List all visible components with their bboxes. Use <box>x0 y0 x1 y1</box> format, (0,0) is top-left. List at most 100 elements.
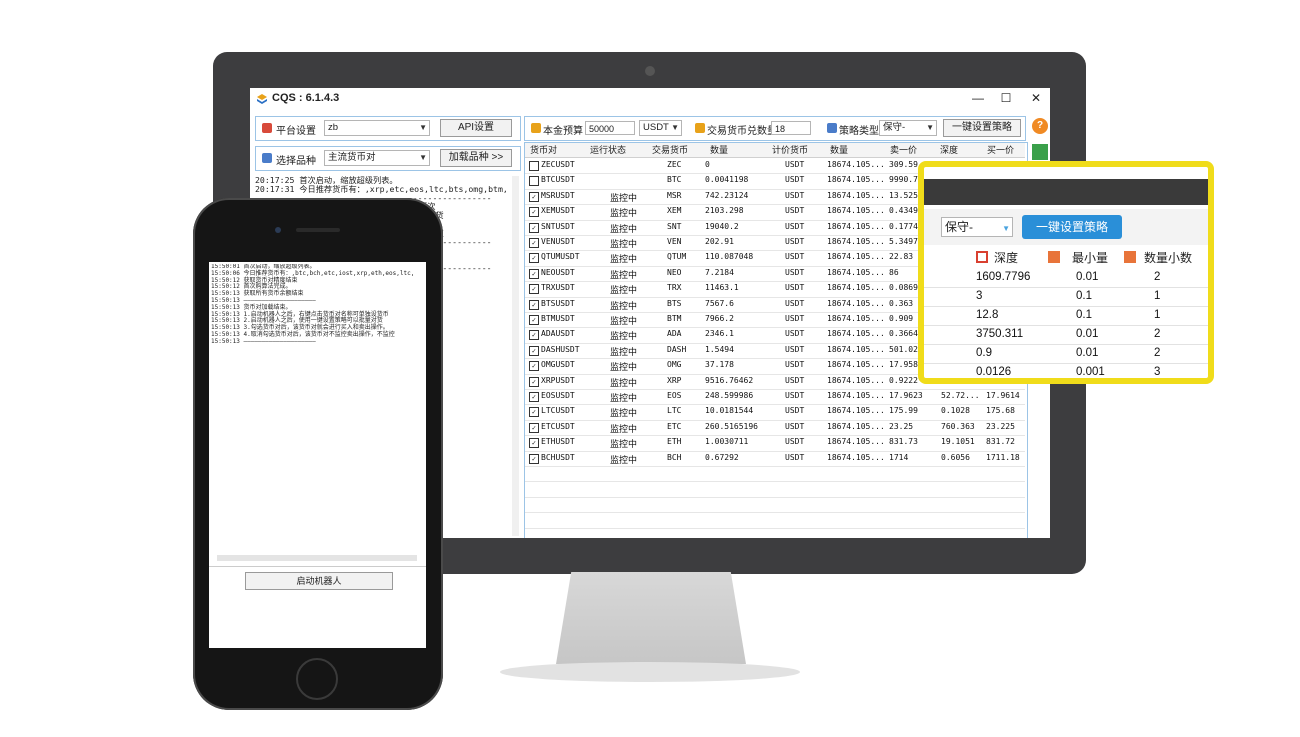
row-checkbox[interactable]: ✓ <box>529 392 539 402</box>
row-checkbox[interactable]: ✓ <box>529 222 539 233</box>
cell-status: 监控中 <box>610 316 638 326</box>
row-checkbox[interactable]: ✓ <box>529 453 539 464</box>
zoom-row-divider <box>924 344 1208 345</box>
row-checkbox[interactable]: ✓ <box>529 207 539 218</box>
row-checkbox[interactable]: ✓ <box>529 253 539 264</box>
cell-buy1: 23.225 <box>986 421 1015 431</box>
cell-depth: 0.6056 <box>941 452 970 462</box>
row-checkbox[interactable]: ✓ <box>529 361 539 372</box>
row-checkbox[interactable]: ✓ <box>529 315 539 325</box>
zoom-cell-dec: 2 <box>1154 271 1161 283</box>
cell-status: 监控中 <box>610 269 638 280</box>
zoom-row-divider <box>924 306 1208 307</box>
start-robot-button[interactable]: 启动机器人 <box>245 572 393 590</box>
zoom-callout: 保守- ▼ 一键设置策略 深度 最小量 数量小数 1609.7796 0.01 2 3 0… <box>918 161 1214 384</box>
row-checkbox[interactable]: ✓ <box>529 284 539 295</box>
cell-pair: VENUSDT <box>541 237 575 246</box>
budget-unit-select[interactable]: USDT ▼ <box>639 120 682 136</box>
cell-qty: 7567.6 <box>705 298 734 308</box>
row-checkbox[interactable] <box>529 176 539 187</box>
zoom-header-depth: 深度 <box>994 251 1019 265</box>
maximize-button[interactable]: ☐ <box>994 89 1018 107</box>
phone-log-scrollbar[interactable] <box>217 555 417 561</box>
zoom-titlebar <box>924 179 1208 205</box>
minimize-button[interactable]: — <box>966 89 990 107</box>
cell-pair: LTCUSDT <box>541 406 575 416</box>
cell-qty2: 18674.105... <box>827 452 885 462</box>
table-row[interactable]: ✓ EOSUSDT 监控中 EOS 248.599986 USDT 18674.105...… <box>525 389 1025 406</box>
row-checkbox[interactable]: ✓ <box>529 299 539 310</box>
help-icon[interactable]: ? <box>1032 118 1048 134</box>
phone-home-button[interactable] <box>296 658 338 700</box>
cell-status: 监控中 <box>610 439 638 450</box>
zoom-cell-dec: 2 <box>1154 347 1161 359</box>
cell-quote: USDT <box>785 314 805 323</box>
platform-select-value: zb <box>328 122 339 133</box>
table-row[interactable]: ✓ ETCUSDT 监控中 ETC 260.5165196 USDT 18674.105..… <box>525 420 1025 437</box>
exchange-qty-input[interactable]: 18 <box>771 121 811 135</box>
cell-qty2: 18674.105... <box>827 221 885 231</box>
log-scrollbar[interactable] <box>512 176 519 536</box>
cell-pair: BTMUSDT <box>541 314 575 323</box>
cell-quote: USDT <box>785 375 805 385</box>
cell-pair: ETHUSDT <box>541 437 575 447</box>
settings-panel: 本金预算 50000 USDT ▼ 交易货币兑数量 18 策略类型 保守- ▼ 一键… <box>524 116 1026 141</box>
cell-quote: USDT <box>785 406 805 416</box>
monitor-base <box>500 662 800 682</box>
cell-quote: USDT <box>785 437 805 447</box>
zoom-cell-dec: 2 <box>1154 328 1161 340</box>
row-checkbox[interactable]: ✓ <box>529 330 539 341</box>
row-checkbox[interactable]: ✓ <box>529 438 539 449</box>
cell-qty: 9516.76462 <box>705 375 754 385</box>
zoom-cell-min: 0.01 <box>1076 271 1099 283</box>
cell-depth: 0.1028 <box>941 406 970 416</box>
set-strategy-button[interactable]: 一键设置策略 <box>943 119 1021 137</box>
cell-pair: NEOUSDT <box>541 267 575 277</box>
cell-qty2: 18674.105... <box>827 329 885 339</box>
table-row[interactable]: ✓ LTCUSDT 监控中 LTC 10.0181544 USDT 18674.105...… <box>525 404 1025 421</box>
platform-panel: 平台设置 zb ▼ API设置 <box>255 116 521 141</box>
monitor-stand <box>556 572 746 664</box>
row-checkbox[interactable]: ✓ <box>529 407 539 418</box>
cell-status: 监控中 <box>610 300 638 311</box>
load-variety-button[interactable]: 加载品种 >> <box>440 149 512 167</box>
zoom-cell-dec: 1 <box>1154 290 1161 302</box>
zoom-cell-depth: 1609.7796 <box>976 271 1031 283</box>
row-checkbox[interactable]: ✓ <box>529 191 539 202</box>
header-status: 运行状态 <box>590 145 627 155</box>
zoom-row-divider <box>924 325 1208 326</box>
api-settings-button[interactable]: API设置 <box>440 119 512 137</box>
row-checkbox[interactable] <box>529 161 539 171</box>
zoom-cell-depth: 3 <box>976 290 983 302</box>
row-checkbox[interactable]: ✓ <box>529 345 539 356</box>
cell-qty2: 18674.105... <box>827 237 885 246</box>
chart-icon[interactable] <box>1032 144 1048 160</box>
cell-pair: XRPUSDT <box>541 375 575 385</box>
row-checkbox[interactable]: ✓ <box>529 238 539 248</box>
row-checkbox[interactable]: ✓ <box>529 268 539 279</box>
cell-status: 监控中 <box>610 331 638 342</box>
cell-buy1: 17.9614 <box>986 391 1020 400</box>
strategy-select[interactable]: 保守- ▼ <box>879 120 937 136</box>
row-checkbox[interactable]: ✓ <box>529 422 539 433</box>
exchange-qty-label: 交易货币兑数量 <box>707 126 777 137</box>
row-checkbox[interactable]: ✓ <box>529 376 539 387</box>
cell-sell1: 23.25 <box>889 421 914 431</box>
variety-select[interactable]: 主流货币对 ▼ <box>324 150 430 166</box>
cell-qty2: 18674.105... <box>827 298 885 308</box>
header-qty: 数量 <box>710 145 729 155</box>
chevron-down-icon: ▼ <box>1002 224 1010 233</box>
cell-status: 监控中 <box>610 377 638 388</box>
budget-input[interactable]: 50000 <box>585 121 635 135</box>
cell-pair: MSRUSDT <box>541 190 575 200</box>
table-row[interactable]: ✓ BCHUSDT 监控中 BCH 0.67292 USDT 18674.105... 171… <box>525 451 1025 467</box>
zoom-set-strategy-button[interactable]: 一键设置策略 <box>1022 215 1122 239</box>
close-button[interactable]: ✕ <box>1024 89 1048 107</box>
zoom-strategy-select[interactable]: 保守- ▼ <box>941 217 1013 237</box>
header-coin: 交易货币 <box>652 145 689 155</box>
cell-buy1: 1711.18 <box>986 452 1020 462</box>
chevron-down-icon: ▼ <box>671 123 679 132</box>
table-row[interactable]: ✓ ETHUSDT 监控中 ETH 1.0030711 USDT 18674.105... 8… <box>525 435 1025 452</box>
platform-select[interactable]: zb ▼ <box>324 120 430 136</box>
header-buy1: 买一价 <box>987 145 1015 155</box>
